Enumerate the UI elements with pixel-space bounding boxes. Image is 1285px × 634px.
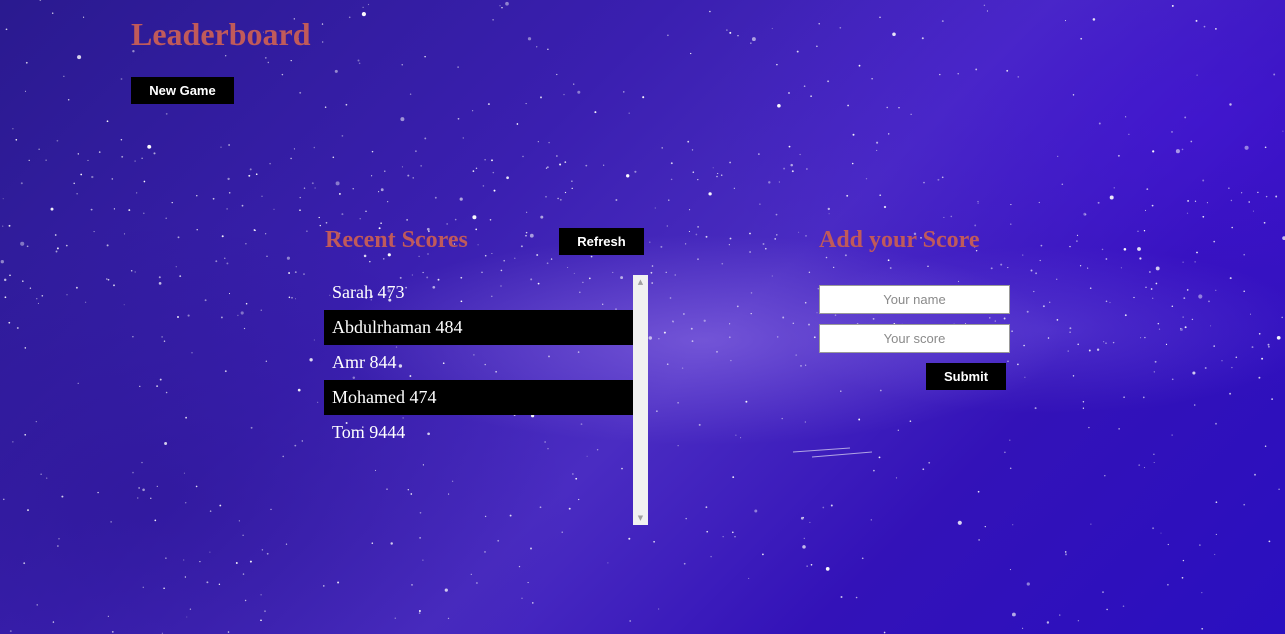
refresh-button[interactable]: Refresh <box>559 228 644 255</box>
recent-scores-list[interactable]: Sarah 473 Abdulrhaman 484 Amr 844 Mohame… <box>324 275 648 525</box>
page-title: Leaderboard <box>131 16 311 52</box>
score-list-item: Abdulrhaman 484 <box>324 310 633 345</box>
score-list-item: Mohamed 474 <box>324 380 633 415</box>
score-input[interactable] <box>819 324 1010 353</box>
score-list-item: Tom 9444 <box>332 422 406 442</box>
score-list-item: Sarah 473 <box>332 282 405 302</box>
score-list-item: Amr 844 <box>332 352 397 372</box>
scores-scrollbar[interactable]: ▲ ▼ <box>633 275 648 525</box>
new-game-button[interactable]: New Game <box>131 77 234 104</box>
add-score-heading: Add your Score <box>819 227 980 253</box>
submit-button[interactable]: Submit <box>926 363 1006 390</box>
scroll-up-arrow-icon[interactable]: ▲ <box>633 276 648 288</box>
name-input[interactable] <box>819 285 1010 314</box>
recent-scores-heading: Recent Scores <box>325 227 468 253</box>
scroll-down-arrow-icon[interactable]: ▼ <box>633 512 648 524</box>
